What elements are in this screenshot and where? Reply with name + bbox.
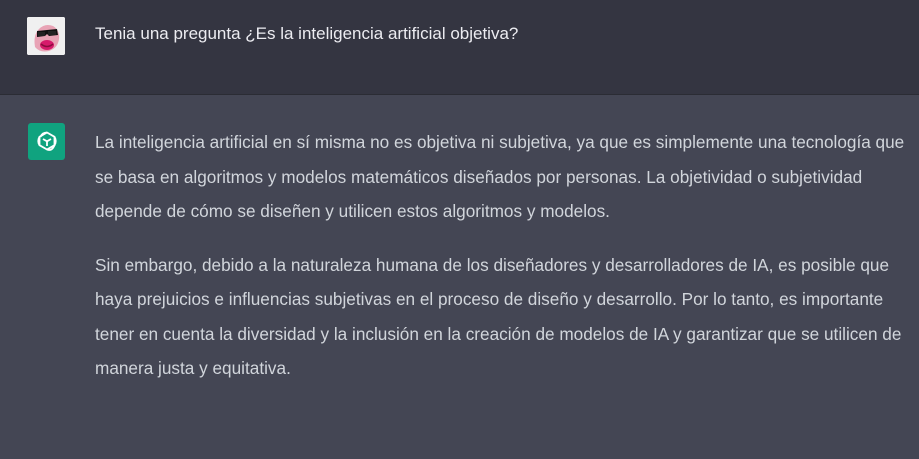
assistant-paragraph-2: Sin embargo, debido a la naturaleza huma…: [95, 254, 902, 379]
user-message-row: Tenia una pregunta ¿Es la inteligencia a…: [0, 0, 919, 95]
user-avatar-icon: [27, 17, 65, 55]
user-avatar-pink-sunglasses-icon: [27, 17, 65, 55]
openai-logo-glyph: [36, 131, 57, 151]
user-message-text: Tenia una pregunta ¿Es la inteligencia a…: [95, 24, 519, 43]
assistant-message-row: La inteligencia artificial en sí misma n…: [0, 95, 919, 459]
openai-logo-icon: [28, 123, 65, 160]
assistant-paragraph-1: La inteligencia artificial en sí misma n…: [95, 132, 905, 221]
assistant-message-text: La inteligencia artificial en sí misma n…: [95, 125, 905, 405]
